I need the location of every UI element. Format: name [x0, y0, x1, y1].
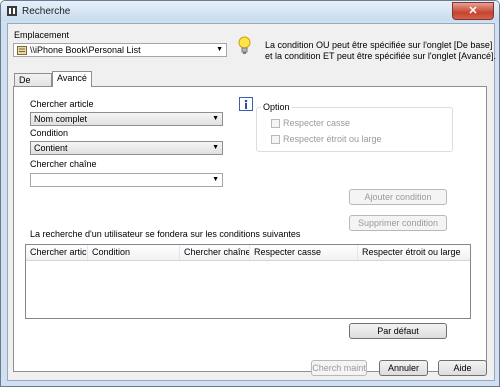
- chevron-down-icon: ▼: [216, 46, 223, 53]
- info-icon: [239, 97, 253, 111]
- conditions-list[interactable]: Chercher article Condition Chercher chaî…: [25, 244, 471, 319]
- lightbulb-icon: [238, 36, 251, 54]
- chevron-down-icon: ▼: [212, 115, 219, 122]
- app-icon: [7, 6, 17, 16]
- match-width-checkbox[interactable]: [271, 135, 280, 144]
- field-select-value: Nom complet: [34, 114, 88, 124]
- option-group-title: Option: [261, 102, 292, 112]
- condition-select-value: Contient: [34, 143, 68, 153]
- dialog-body: Emplacement \\iPhone Book\Personal List …: [7, 23, 497, 381]
- search-dialog: Recherche ✕ Emplacement \\iPhone Book\Pe…: [0, 0, 500, 387]
- address-book-icon: [17, 46, 27, 55]
- default-button[interactable]: Par défaut: [349, 323, 447, 339]
- help-button[interactable]: Aide: [438, 360, 487, 376]
- column-header-field[interactable]: Chercher article: [26, 245, 88, 260]
- window-title: Recherche: [22, 6, 71, 17]
- advanced-tab-panel: Chercher article Nom complet ▼ Condition…: [13, 86, 487, 372]
- match-width-label: Respecter étroit ou large: [283, 134, 382, 144]
- location-label: Emplacement: [14, 30, 70, 40]
- column-header-condition[interactable]: Condition: [88, 245, 180, 260]
- match-case-checkbox[interactable]: [271, 119, 280, 128]
- column-header-search-string[interactable]: Chercher chaîne: [180, 245, 250, 260]
- cancel-button[interactable]: Annuler: [379, 360, 428, 376]
- column-header-match-width[interactable]: Respecter étroit ou large: [358, 245, 470, 260]
- hint-text-line-2: et la condition ET peut être spécifiée s…: [265, 51, 497, 61]
- field-select[interactable]: Nom complet ▼: [30, 112, 223, 126]
- tab-advanced[interactable]: Avancé: [52, 71, 92, 87]
- match-case-label: Respecter casse: [283, 118, 351, 128]
- search-string-label: Chercher chaîne: [30, 159, 97, 169]
- title-bar[interactable]: Recherche ✕: [1, 1, 499, 21]
- add-condition-button[interactable]: Ajouter condition: [349, 189, 447, 205]
- option-group: [256, 107, 453, 152]
- condition-select[interactable]: Contient ▼: [30, 141, 223, 155]
- location-combo[interactable]: \\iPhone Book\Personal List ▼: [13, 43, 227, 57]
- field-label: Chercher article: [30, 99, 94, 109]
- chevron-down-icon: ▼: [212, 176, 219, 183]
- hint-text-line-1: La condition OU peut être spécifiée sur …: [265, 40, 493, 50]
- search-now-button[interactable]: Cherch maint: [311, 360, 367, 376]
- tab-basic[interactable]: De base: [14, 73, 52, 98]
- remove-condition-button[interactable]: Supprimer condition: [349, 215, 447, 231]
- close-button[interactable]: ✕: [452, 2, 494, 20]
- condition-label: Condition: [30, 128, 69, 138]
- column-header-match-case[interactable]: Respecter casse: [250, 245, 358, 260]
- conditions-caption: La recherche d'un utilisateur se fondera…: [30, 229, 301, 239]
- search-string-combo[interactable]: ▼: [30, 173, 223, 187]
- chevron-down-icon: ▼: [212, 144, 219, 151]
- conditions-list-header: Chercher article Condition Chercher chaî…: [26, 245, 470, 261]
- location-value: \\iPhone Book\Personal List: [30, 45, 141, 55]
